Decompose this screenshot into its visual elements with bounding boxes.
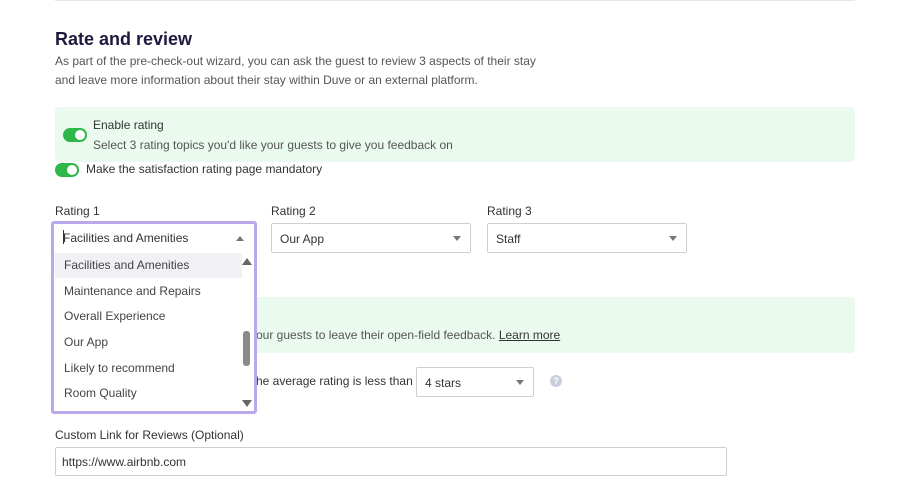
chevron-down-icon	[669, 236, 677, 241]
description-line-1: As part of the pre-check-out wizard, you…	[55, 54, 536, 68]
section-description: As part of the pre-check-out wizard, you…	[55, 52, 575, 90]
threshold-text: he average rating is less than	[256, 374, 413, 388]
feedback-text: our guests to leave their open-field fee…	[256, 328, 560, 342]
dropdown-option[interactable]: Our App	[55, 330, 242, 355]
enable-rating-label: Enable rating	[93, 118, 164, 132]
enable-rating-panel	[55, 107, 855, 162]
rating-2-select[interactable]: Our App	[271, 223, 471, 253]
rating-1-label: Rating 1	[55, 204, 100, 218]
rating-2-label: Rating 2	[271, 204, 316, 218]
question-icon[interactable]: ?	[550, 375, 562, 387]
threshold-select[interactable]: 4 stars	[416, 367, 534, 397]
rating-3-select[interactable]: Staff	[487, 223, 687, 253]
section-title: Rate and review	[55, 29, 193, 49]
rating-3-value: Staff	[496, 232, 521, 246]
rating-1-select[interactable]: Facilities and Amenities	[55, 224, 253, 252]
rating-1-options-list: Facilities and Amenities Maintenance and…	[55, 253, 253, 411]
mandatory-rating-label: Make the satisfaction rating page mandat…	[86, 162, 323, 176]
scroll-up-arrow-icon[interactable]	[242, 258, 252, 265]
rating-1-value: Facilities and Amenities	[63, 231, 189, 245]
top-divider	[55, 0, 855, 1]
scroll-down-arrow-icon[interactable]	[242, 400, 252, 407]
description-line-2: and leave more information about their s…	[55, 73, 478, 87]
custom-link-label: Custom Link for Reviews (Optional)	[55, 428, 244, 442]
custom-link-value: https://www.airbnb.com	[62, 455, 187, 469]
rating-2-value: Our App	[280, 232, 325, 246]
dropdown-option[interactable]: Maintenance and Repairs	[55, 279, 242, 304]
dropdown-option[interactable]: Room Quality	[55, 381, 242, 406]
chevron-down-icon	[453, 236, 461, 241]
enable-rating-sublabel: Select 3 rating topics you'd like your g…	[93, 138, 453, 152]
mandatory-rating-toggle[interactable]	[55, 163, 79, 177]
text-cursor	[63, 230, 64, 244]
chevron-down-icon	[516, 380, 524, 385]
feedback-text-partial: our guests to leave their open-field fee…	[256, 328, 496, 342]
custom-link-input[interactable]: https://www.airbnb.com	[55, 447, 727, 476]
dropdown-option[interactable]: Facilities and Amenities	[55, 253, 242, 278]
learn-more-link[interactable]: Learn more	[499, 328, 560, 342]
threshold-value: 4 stars	[425, 376, 462, 390]
rating-3-label: Rating 3	[487, 204, 532, 218]
scrollbar-thumb[interactable]	[243, 331, 250, 366]
enable-rating-toggle[interactable]	[63, 128, 87, 142]
dropdown-option[interactable]: Overall Experience	[55, 304, 242, 329]
chevron-up-icon	[236, 236, 244, 241]
dropdown-option[interactable]: Likely to recommend	[55, 356, 242, 381]
